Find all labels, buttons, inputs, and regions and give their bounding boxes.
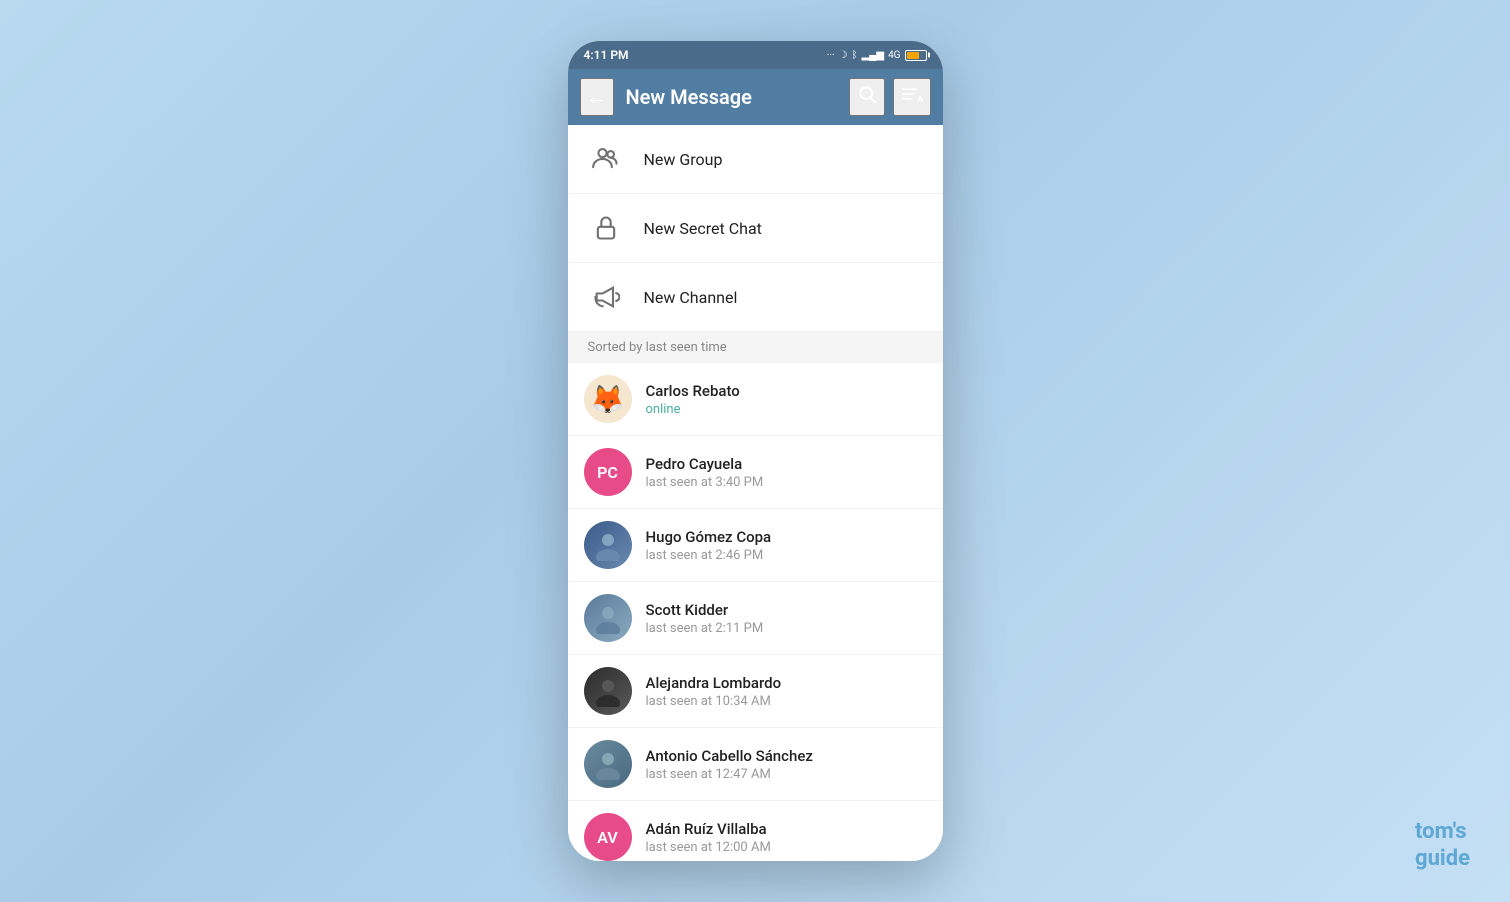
new-group-label: New Group bbox=[644, 150, 723, 169]
network-type: 4G bbox=[888, 50, 900, 61]
battery-icon bbox=[905, 50, 927, 61]
avatar: AV bbox=[584, 813, 632, 861]
contact-info: Alejandra Lombardo last seen at 10:34 AM bbox=[646, 674, 927, 709]
phone-container: 4:11 PM ··· ☽ ᛒ ▂▄▆ 4G ← New Message bbox=[568, 41, 943, 861]
contact-status: last seen at 2:11 PM bbox=[646, 621, 927, 636]
contact-info: Adán Ruíz Villalba last seen at 12:00 AM bbox=[646, 820, 927, 855]
contact-name: Hugo Gómez Copa bbox=[646, 528, 927, 546]
contact-status: online bbox=[646, 402, 927, 417]
cell-signal-icon: ▂▄▆ bbox=[862, 50, 884, 61]
person-photo bbox=[592, 748, 624, 780]
avatar bbox=[584, 740, 632, 788]
contact-info: Scott Kidder last seen at 2:11 PM bbox=[646, 601, 927, 636]
signal-dots: ··· bbox=[827, 50, 835, 61]
person-photo bbox=[592, 529, 624, 561]
new-channel-icon bbox=[588, 279, 624, 315]
contact-item[interactable]: 🦊 Carlos Rebato online bbox=[568, 363, 943, 436]
content-area: New Group New Secret Chat New Channel bbox=[568, 125, 943, 861]
new-channel-label: New Channel bbox=[644, 288, 738, 307]
contact-item[interactable]: Hugo Gómez Copa last seen at 2:46 PM bbox=[568, 509, 943, 582]
person-photo bbox=[592, 602, 624, 634]
new-channel-item[interactable]: New Channel bbox=[568, 263, 943, 332]
contact-name: Adán Ruíz Villalba bbox=[646, 820, 927, 838]
search-button[interactable] bbox=[849, 78, 885, 116]
avatar: 🦊 bbox=[584, 375, 632, 423]
section-header: Sorted by last seen time bbox=[568, 332, 943, 363]
back-button[interactable]: ← bbox=[580, 78, 614, 116]
header-bar: ← New Message A bbox=[568, 69, 943, 125]
contact-item[interactable]: Antonio Cabello Sánchez last seen at 12:… bbox=[568, 728, 943, 801]
svg-text:A: A bbox=[917, 95, 923, 104]
watermark-line2: guide bbox=[1415, 846, 1470, 872]
status-bar: 4:11 PM ··· ☽ ᛒ ▂▄▆ 4G bbox=[568, 41, 943, 69]
watermark-line1: tom's bbox=[1415, 819, 1470, 845]
new-group-item[interactable]: New Group bbox=[568, 125, 943, 194]
contact-name: Antonio Cabello Sánchez bbox=[646, 747, 927, 765]
contact-name: Pedro Cayuela bbox=[646, 455, 927, 473]
contact-info: Pedro Cayuela last seen at 3:40 PM bbox=[646, 455, 927, 490]
watermark: tom's guide bbox=[1415, 819, 1470, 872]
contact-item[interactable]: PC Pedro Cayuela last seen at 3:40 PM bbox=[568, 436, 943, 509]
avatar bbox=[584, 667, 632, 715]
status-icons: ··· ☽ ᛒ ▂▄▆ 4G bbox=[827, 50, 927, 61]
new-secret-chat-icon bbox=[588, 210, 624, 246]
new-secret-chat-item[interactable]: New Secret Chat bbox=[568, 194, 943, 263]
contact-name: Carlos Rebato bbox=[646, 382, 927, 400]
bluetooth-icon: ᛒ bbox=[852, 50, 858, 61]
contact-status: last seen at 10:34 AM bbox=[646, 694, 927, 709]
new-secret-chat-label: New Secret Chat bbox=[644, 219, 762, 238]
contact-item[interactable]: Scott Kidder last seen at 2:11 PM bbox=[568, 582, 943, 655]
avatar: PC bbox=[584, 448, 632, 496]
contact-status: last seen at 12:00 AM bbox=[646, 840, 927, 855]
contact-info: Hugo Gómez Copa last seen at 2:46 PM bbox=[646, 528, 927, 563]
avatar bbox=[584, 594, 632, 642]
sort-icon: A bbox=[901, 84, 923, 104]
lock-icon bbox=[592, 214, 620, 242]
sort-button[interactable]: A bbox=[893, 78, 931, 116]
contact-info: Antonio Cabello Sánchez last seen at 12:… bbox=[646, 747, 927, 782]
megaphone-icon bbox=[592, 283, 620, 311]
search-icon bbox=[857, 84, 877, 104]
person-photo bbox=[592, 675, 624, 707]
header-actions: A bbox=[849, 78, 931, 116]
contact-info: Carlos Rebato online bbox=[646, 382, 927, 417]
group-icon bbox=[592, 145, 620, 173]
contact-name: Alejandra Lombardo bbox=[646, 674, 927, 692]
avatar bbox=[584, 521, 632, 569]
contact-status: last seen at 3:40 PM bbox=[646, 475, 927, 490]
contact-item[interactable]: Alejandra Lombardo last seen at 10:34 AM bbox=[568, 655, 943, 728]
moon-icon: ☽ bbox=[839, 50, 848, 61]
contact-item[interactable]: AV Adán Ruíz Villalba last seen at 12:00… bbox=[568, 801, 943, 861]
contact-status: last seen at 2:46 PM bbox=[646, 548, 927, 563]
contact-status: last seen at 12:47 AM bbox=[646, 767, 927, 782]
new-group-icon bbox=[588, 141, 624, 177]
contact-name: Scott Kidder bbox=[646, 601, 927, 619]
status-time: 4:11 PM bbox=[584, 48, 629, 62]
page-title: New Message bbox=[626, 85, 837, 109]
